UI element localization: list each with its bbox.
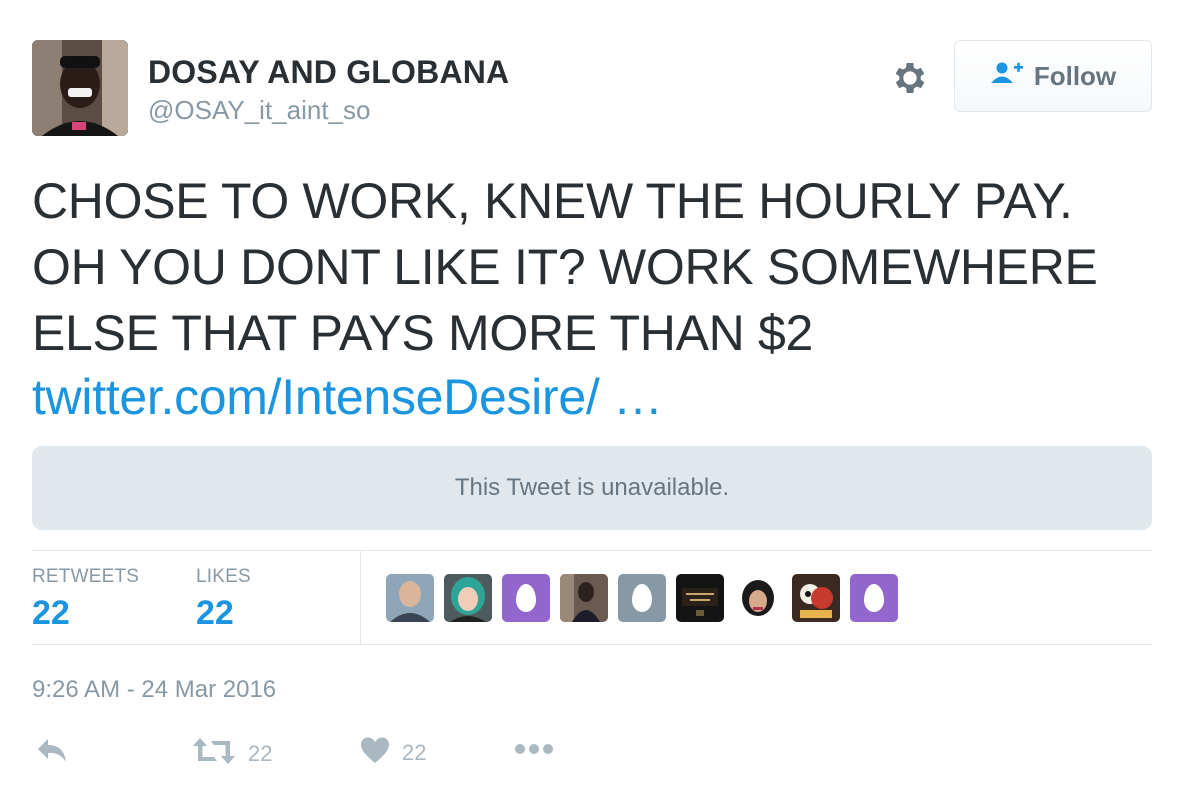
likes-stat[interactable]: LIKES 22 xyxy=(196,566,251,633)
liker-avatar[interactable] xyxy=(792,574,840,622)
liker-avatar[interactable] xyxy=(850,574,898,622)
divider xyxy=(32,550,1152,551)
liker-avatar[interactable] xyxy=(386,574,434,622)
reply-icon xyxy=(36,736,68,769)
egg-icon xyxy=(516,584,536,612)
tweet-link[interactable]: twitter.com/IntenseDesire/ … xyxy=(32,364,663,430)
likes-label: LIKES xyxy=(196,566,251,587)
retweet-count: 22 xyxy=(248,740,273,766)
liker-avatar[interactable] xyxy=(734,574,782,622)
divider xyxy=(32,644,1152,645)
like-count: 22 xyxy=(402,739,427,765)
like-button[interactable]: 22 xyxy=(360,736,426,769)
divider xyxy=(360,551,361,644)
heart-icon xyxy=(360,736,390,769)
author-display-name[interactable]: DOSAY AND GLOBANA xyxy=(148,54,509,91)
more-options-button[interactable] xyxy=(514,742,554,760)
retweet-button[interactable]: 22 xyxy=(192,736,272,771)
tweet-text: CHOSE TO WORK, KNEW THE HOURLY PAY. OH Y… xyxy=(32,173,1098,361)
liker-avatars xyxy=(386,574,898,622)
reply-button[interactable] xyxy=(36,736,68,769)
retweet-icon xyxy=(192,736,236,771)
retweets-count: 22 xyxy=(32,594,70,632)
avatar-image xyxy=(32,40,128,136)
unavailable-message: This Tweet is unavailable. xyxy=(454,474,730,501)
liker-avatar[interactable] xyxy=(444,574,492,622)
tweet-timestamp[interactable]: 9:26 AM - 24 Mar 2016 xyxy=(32,676,276,704)
egg-icon xyxy=(864,584,884,612)
author-handle[interactable]: @OSAY_it_aint_so xyxy=(148,95,370,126)
more-dots-icon xyxy=(514,742,554,760)
retweets-stat[interactable]: RETWEETS 22 xyxy=(32,566,139,633)
add-user-icon xyxy=(990,61,1024,92)
author-avatar[interactable] xyxy=(32,40,128,136)
egg-icon xyxy=(632,584,652,612)
gear-icon[interactable] xyxy=(890,58,930,98)
liker-avatar[interactable] xyxy=(618,574,666,622)
follow-button-label: Follow xyxy=(1033,60,1117,91)
liker-avatar[interactable] xyxy=(676,574,724,622)
follow-button[interactable]: Follow xyxy=(954,40,1152,112)
liker-avatar[interactable] xyxy=(502,574,550,622)
quoted-tweet-unavailable: This Tweet is unavailable. xyxy=(32,446,1152,530)
likes-count: 22 xyxy=(196,594,234,632)
retweets-label: RETWEETS xyxy=(32,566,140,587)
liker-avatar[interactable] xyxy=(560,574,608,622)
